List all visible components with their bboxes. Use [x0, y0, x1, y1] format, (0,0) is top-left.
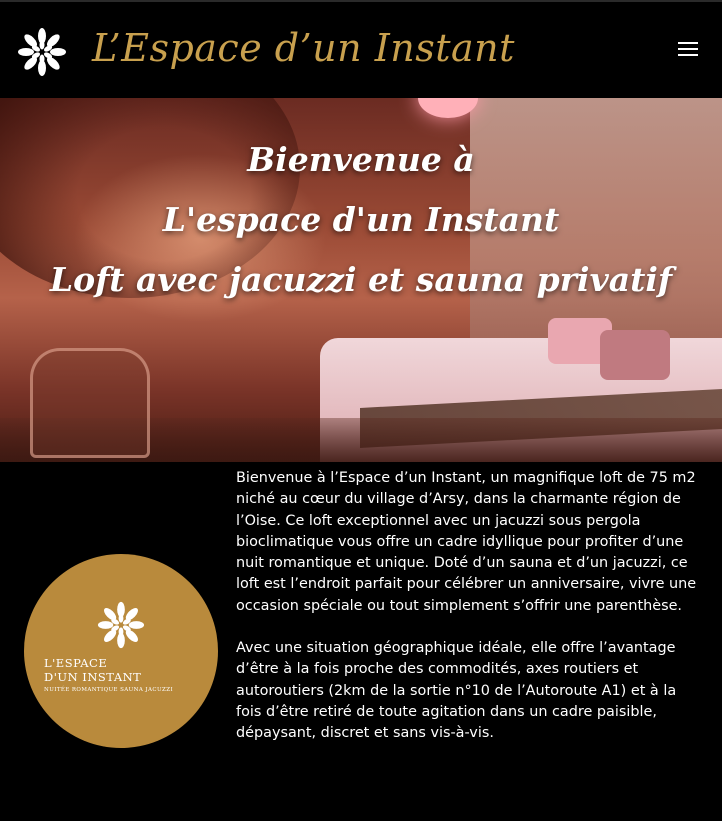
hero-heading-line1: Bienvenue à — [247, 140, 475, 179]
hero-banner: Bienvenue à L'espace d'un Instant Loft a… — [0, 98, 722, 462]
hero-photo-chair — [30, 348, 150, 458]
mandala-logo-icon — [97, 601, 145, 649]
menu-bar — [678, 48, 698, 50]
menu-bar — [678, 54, 698, 56]
menu-bar — [678, 42, 698, 44]
hamburger-menu-icon[interactable] — [678, 42, 698, 60]
hero-photo-lamp — [418, 98, 478, 118]
hero-heading-line3: Loft avec jacuzzi et sauna privatif — [49, 260, 673, 299]
hero-heading-line2: L'espace d'un Instant — [162, 200, 560, 239]
intro-text: Bienvenue à l’Espace d’un Instant, un ma… — [236, 468, 702, 745]
badge-title-line1: L'ESPACE — [44, 656, 108, 670]
hero-photo-pillow — [600, 330, 670, 380]
intro-paragraph-2: Avec une situation géographique idéale, … — [236, 640, 677, 742]
intro-paragraph-1: Bienvenue à l’Espace d’un Instant, un ma… — [236, 470, 697, 614]
brand-badge: L'ESPACE D'UN INSTANT NUITÉE ROMANTIQUE … — [24, 554, 218, 748]
badge-title-line2: D'UN INSTANT — [44, 670, 142, 684]
site-header: L’Espace d’un Instant — [0, 0, 722, 98]
hero-heading: Bienvenue à L'espace d'un Instant Loft a… — [0, 130, 722, 310]
mandala-logo-icon[interactable] — [16, 26, 68, 78]
intro-section: L'ESPACE D'UN INSTANT NUITÉE ROMANTIQUE … — [0, 462, 722, 821]
site-title[interactable]: L’Espace d’un Instant — [92, 26, 515, 70]
badge-tagline: NUITÉE ROMANTIQUE SAUNA JACUZZI — [44, 687, 174, 693]
